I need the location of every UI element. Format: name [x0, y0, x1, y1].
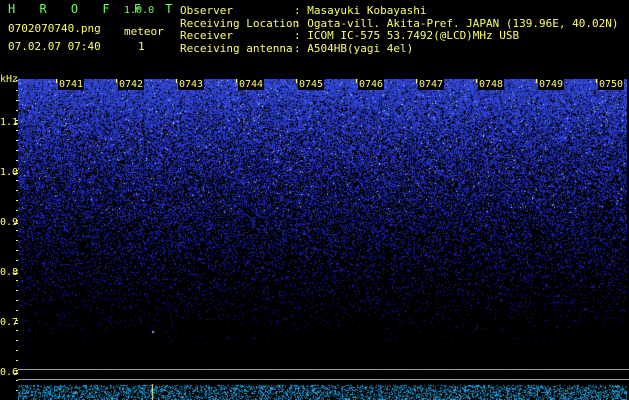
antenna-value: : A504HB(yagi 4el) — [294, 41, 414, 55]
x-tick-label: 0749 — [538, 79, 565, 90]
y-minor-tick — [16, 320, 18, 321]
y-minor-tick — [16, 370, 18, 371]
x-tick-mark — [56, 79, 57, 83]
antenna-label: Receiving antenna — [180, 41, 293, 55]
y-axis: kHz 1.1 1.0 0.9 0.8 0.7 0.6 — [0, 72, 18, 400]
x-tick-label: 0747 — [418, 79, 445, 90]
y-tick-label: 0.8 — [0, 267, 19, 278]
app-version: 1.0.0 — [124, 5, 155, 16]
y-minor-tick — [16, 170, 18, 171]
y-minor-tick — [16, 210, 18, 211]
observer-value: : Masayuki Kobayashi — [294, 4, 427, 17]
location-value: : Ogata-vill. Akita-Pref. JAPAN (139.96E… — [294, 16, 619, 30]
station-info: Observer: Masayuki Kobayashi Receiving L… — [180, 4, 619, 56]
y-minor-tick — [16, 160, 18, 161]
y-tick-mark — [14, 373, 18, 374]
y-tick-label: 1.0 — [0, 167, 19, 178]
y-minor-tick — [16, 150, 18, 151]
y-minor-tick — [16, 140, 18, 141]
x-tick-label: 0742 — [118, 79, 145, 90]
y-minor-tick — [16, 250, 18, 251]
y-tick-label: 0.6 — [0, 367, 19, 378]
x-tick-text: 0749 — [538, 79, 565, 90]
x-tick-text: 0744 — [238, 79, 265, 90]
x-tick-label: 0748 — [478, 79, 505, 90]
y-minor-tick — [16, 130, 18, 131]
x-tick-mark — [596, 79, 597, 83]
y-minor-tick — [16, 120, 18, 121]
x-tick-text: 0743 — [178, 79, 205, 90]
y-minor-tick — [16, 300, 18, 301]
app-title: H R O F F T — [8, 2, 181, 16]
spectrogram-canvas — [18, 79, 627, 400]
x-tick-label: 0743 — [178, 79, 205, 90]
y-minor-tick — [16, 270, 18, 271]
y-minor-tick — [16, 180, 18, 181]
y-tick-mark — [14, 173, 18, 174]
x-tick-text: 0748 — [478, 79, 505, 90]
x-tick-mark — [116, 79, 117, 83]
x-tick-mark — [236, 79, 237, 83]
y-tick-mark — [14, 323, 18, 324]
y-minor-tick — [16, 290, 18, 291]
y-minor-tick — [16, 80, 18, 81]
x-tick-label: 0750 — [598, 79, 625, 90]
y-tick-mark — [14, 273, 18, 274]
x-tick-text: 0741 — [58, 79, 85, 90]
y-minor-tick — [16, 380, 18, 381]
x-tick-mark — [416, 79, 417, 83]
y-axis-unit: kHz — [0, 74, 19, 85]
y-tick-label: 0.9 — [0, 217, 19, 228]
receiver-value: : ICOM IC-575 53.7492(@LCD)MHz USB — [294, 29, 520, 42]
y-tick-label: 1.1 — [0, 117, 19, 128]
y-minor-tick — [16, 240, 18, 241]
receiver-label: Receiver — [180, 29, 233, 42]
spectrogram — [18, 79, 627, 400]
x-tick-label: 0745 — [298, 79, 325, 90]
y-minor-tick — [16, 310, 18, 311]
y-minor-tick — [16, 260, 18, 261]
y-minor-tick — [16, 190, 18, 191]
y-minor-tick — [16, 100, 18, 101]
y-minor-tick — [16, 220, 18, 221]
file-name: 0702070740.png — [8, 22, 101, 35]
reference-line-lower — [18, 379, 629, 380]
y-minor-tick — [16, 330, 18, 331]
observer-label: Observer — [180, 4, 233, 17]
y-minor-tick — [16, 350, 18, 351]
antenna-row: Receiving antenna: A504HB(yagi 4el) — [180, 41, 619, 56]
x-tick-mark — [176, 79, 177, 83]
y-tick-label: 0.7 — [0, 317, 19, 328]
file-datetime: 07.02.07 07:40 — [8, 40, 101, 53]
y-minor-tick — [16, 360, 18, 361]
y-minor-tick — [16, 110, 18, 111]
x-tick-text: 0747 — [418, 79, 445, 90]
meteor-count: 1 — [138, 40, 145, 53]
y-minor-tick — [16, 340, 18, 341]
x-tick-text: 0742 — [118, 79, 145, 90]
x-tick-mark — [296, 79, 297, 83]
x-tick-text: 0746 — [358, 79, 385, 90]
x-tick-text: 0750 — [598, 79, 625, 90]
x-tick-mark — [356, 79, 357, 83]
meteor-label: meteor — [124, 25, 164, 38]
x-tick-label: 0741 — [58, 79, 85, 90]
y-minor-tick — [16, 200, 18, 201]
y-minor-tick — [16, 390, 18, 391]
reference-line-upper — [18, 369, 629, 370]
y-minor-tick — [16, 230, 18, 231]
y-tick-mark — [14, 123, 18, 124]
x-tick-text: 0745 — [298, 79, 325, 90]
x-tick-label: 0744 — [238, 79, 265, 90]
x-tick-mark — [476, 79, 477, 83]
y-minor-tick — [16, 90, 18, 91]
y-minor-tick — [16, 280, 18, 281]
x-tick-mark — [536, 79, 537, 83]
y-tick-mark — [14, 223, 18, 224]
x-tick-label: 0746 — [358, 79, 385, 90]
